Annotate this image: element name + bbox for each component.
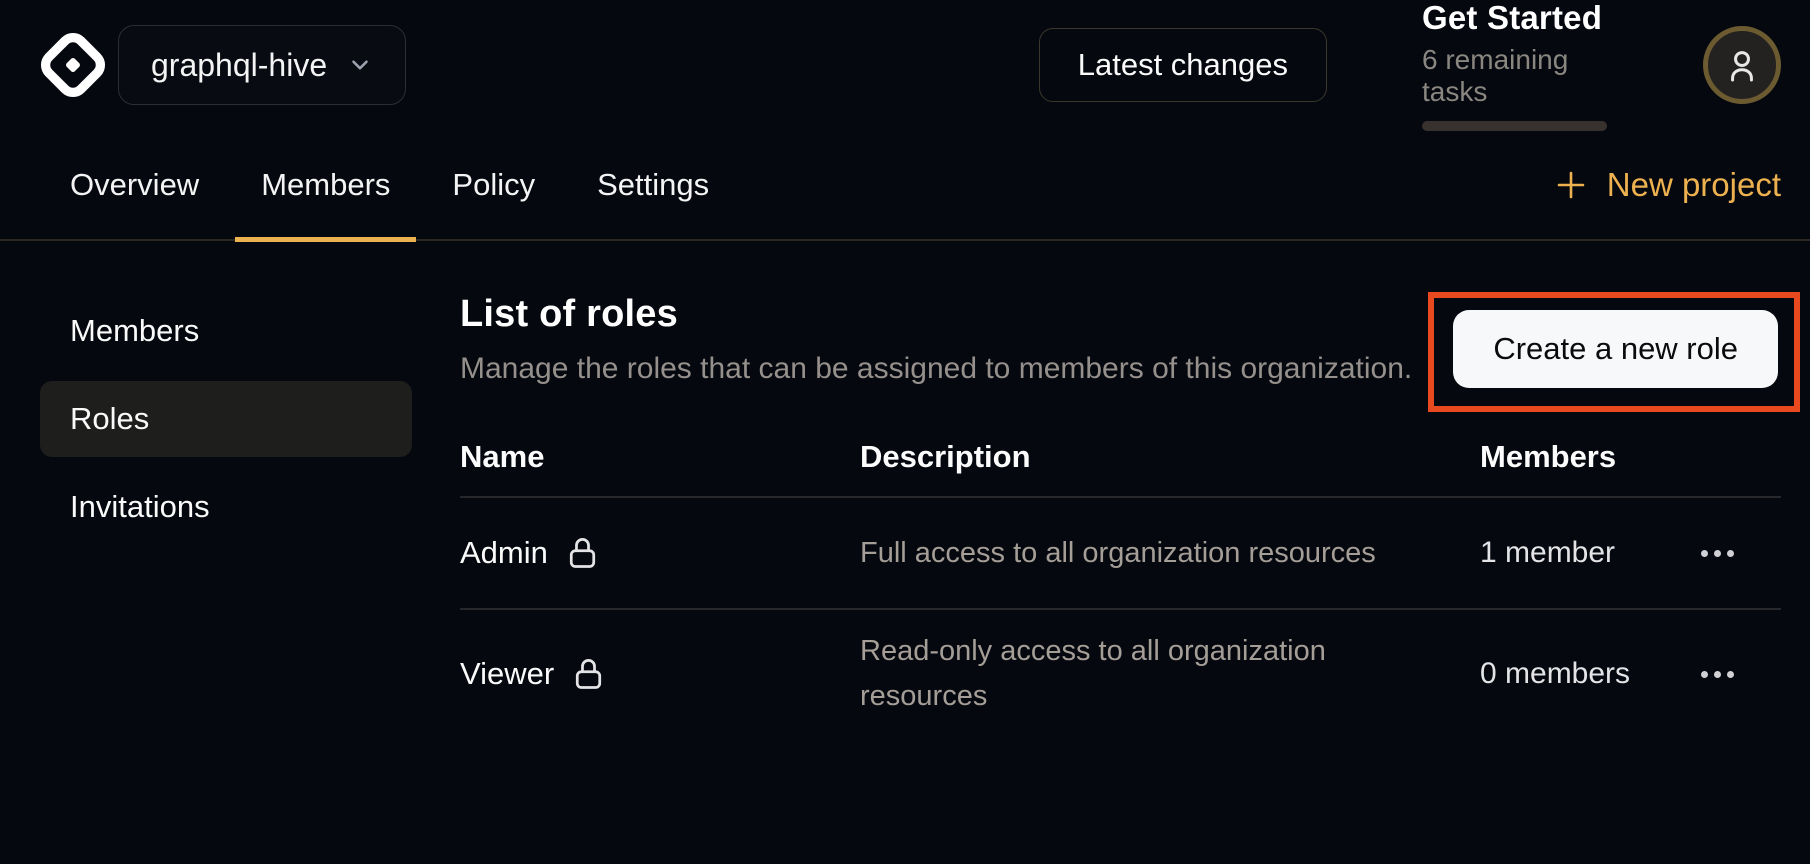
latest-changes-button[interactable]: Latest changes	[1039, 28, 1327, 102]
table-row-viewer: Viewer Read-only access to all organizat…	[460, 610, 1781, 738]
org-selector[interactable]: graphql-hive	[118, 25, 406, 105]
new-project-button[interactable]: New project	[1553, 166, 1781, 204]
table-row-admin: Admin Full access to all organization re…	[460, 498, 1781, 610]
sidebar-members-label: Members	[70, 313, 199, 349]
plus-icon	[1553, 167, 1589, 203]
tab-overview[interactable]: Overview	[44, 129, 225, 240]
tab-policy-label: Policy	[452, 167, 535, 203]
ellipsis-icon[interactable]	[1701, 540, 1781, 567]
tab-members-label: Members	[261, 167, 390, 203]
role-member-count: 1 member	[1480, 536, 1701, 570]
ellipsis-icon[interactable]	[1701, 661, 1781, 688]
latest-changes-label: Latest changes	[1078, 47, 1288, 83]
role-member-count: 0 members	[1480, 657, 1701, 691]
create-new-role-button[interactable]: Create a new role	[1453, 310, 1778, 388]
roles-table: Name Description Members Admin Full acce…	[460, 418, 1781, 738]
top-header: graphql-hive Latest changes Get Started …	[0, 0, 1810, 130]
role-name: Viewer	[460, 656, 554, 692]
sidebar-item-members[interactable]: Members	[40, 293, 412, 369]
user-avatar[interactable]	[1703, 26, 1781, 104]
role-description: Read-only access to all organization res…	[860, 629, 1480, 719]
role-name: Admin	[460, 535, 548, 571]
get-started-title: Get Started	[1422, 0, 1607, 37]
user-icon	[1721, 44, 1763, 86]
roles-panel: List of roles Manage the roles that can …	[460, 293, 1781, 738]
roles-header-text: List of roles Manage the roles that can …	[460, 293, 1412, 386]
tab-overview-label: Overview	[70, 167, 199, 203]
hive-logo[interactable]	[40, 32, 106, 98]
tab-settings-label: Settings	[597, 167, 709, 203]
tab-members[interactable]: Members	[235, 129, 416, 240]
sidebar-item-roles[interactable]: Roles	[40, 381, 412, 457]
members-page: Members Roles Invitations List of roles …	[0, 241, 1810, 738]
role-description: Full access to all organization resource…	[860, 531, 1480, 576]
tab-settings[interactable]: Settings	[571, 129, 735, 240]
lock-icon	[566, 535, 599, 572]
sidebar-invitations-label: Invitations	[70, 489, 210, 525]
get-started-subtitle: 6 remaining tasks	[1422, 44, 1607, 108]
org-name: graphql-hive	[151, 47, 327, 84]
new-project-label: New project	[1607, 166, 1781, 204]
get-started-widget[interactable]: Get Started 6 remaining tasks	[1422, 0, 1607, 131]
create-role-area: Create a new role	[1453, 310, 1778, 388]
column-description: Description	[860, 439, 1480, 475]
page-title: List of roles	[460, 293, 1412, 336]
page-subtitle: Manage the roles that can be assigned to…	[460, 352, 1412, 386]
chevron-down-icon	[347, 52, 373, 78]
sidebar-item-invitations[interactable]: Invitations	[40, 469, 412, 545]
tab-policy[interactable]: Policy	[426, 129, 561, 240]
lock-icon	[572, 656, 605, 693]
members-sidebar: Members Roles Invitations	[40, 293, 412, 738]
sidebar-roles-label: Roles	[70, 401, 149, 437]
roles-table-header: Name Description Members	[460, 418, 1781, 498]
column-name: Name	[460, 439, 860, 475]
column-members: Members	[1480, 439, 1701, 475]
org-tabbar: Overview Members Policy Settings New pro…	[0, 130, 1810, 241]
